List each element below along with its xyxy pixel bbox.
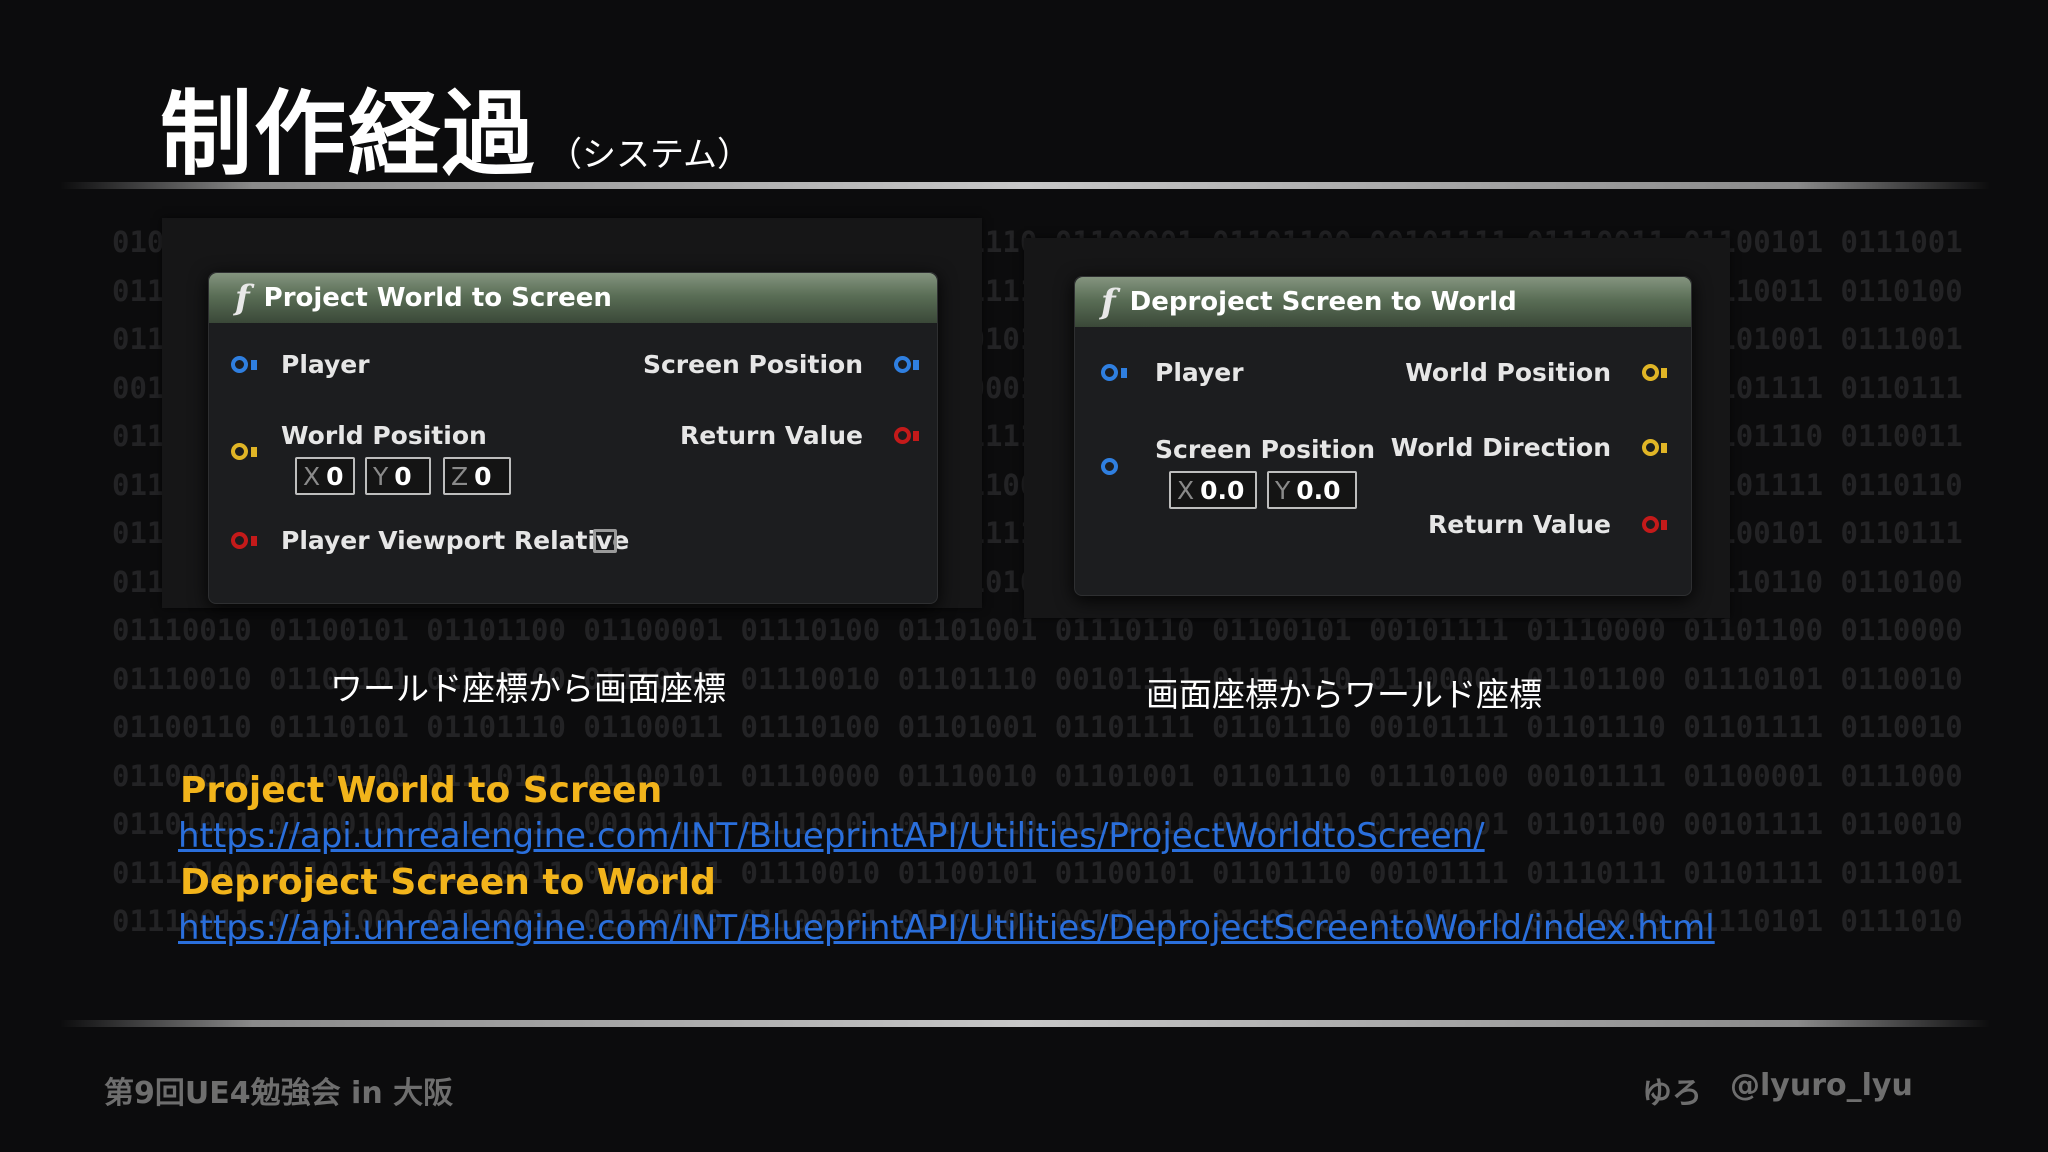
node-deproject-screen-to-world[interactable]: f Deproject Screen to World Player Scree… — [1074, 276, 1692, 596]
vector-x-value: 0 — [326, 461, 344, 491]
bottom-divider — [60, 1020, 1990, 1027]
screen-position-pin-icon[interactable] — [1101, 458, 1118, 475]
pin-arrow-icon — [251, 447, 257, 457]
screen-position-pin-label: Screen Position — [642, 350, 863, 379]
function-icon: f — [1101, 282, 1116, 322]
vector-y-input[interactable]: Y 0.0 — [1267, 471, 1357, 509]
world-position-pin-label: World Position — [281, 421, 487, 450]
slide-subtitle: （システム） — [548, 135, 751, 175]
ref-link-project[interactable]: https://api.unrealengine.com/INT/Bluepri… — [178, 816, 1485, 856]
world-direction-pin-icon[interactable] — [1642, 439, 1659, 456]
function-icon: f — [235, 278, 250, 318]
vector-x-value: 0.0 — [1200, 475, 1245, 505]
axis-y-label: Y — [1275, 475, 1291, 505]
return-value-pin-label: Return Value — [680, 421, 863, 450]
pin-arrow-icon — [251, 360, 257, 370]
ref-title-project: Project World to Screen — [180, 770, 663, 811]
vector-z-input[interactable]: Z0 — [443, 457, 511, 495]
node-project-world-to-screen[interactable]: f Project World to Screen Player World P… — [208, 272, 938, 604]
node-header[interactable]: f Project World to Screen — [209, 273, 937, 323]
world-position-pin-label: World Position — [1405, 358, 1611, 387]
vector-y-value: 0 — [394, 461, 412, 491]
player-pin-label: Player — [1155, 358, 1244, 387]
axis-y-label: Y — [373, 461, 389, 491]
world-direction-pin-label: World Direction — [1390, 433, 1611, 462]
slide-title: 制作経過 （システム） — [160, 60, 751, 193]
screen-position-pin-icon[interactable] — [894, 356, 911, 373]
world-position-pin-icon[interactable] — [1642, 364, 1659, 381]
vector-y-value: 0.0 — [1296, 475, 1341, 505]
player-pin-icon[interactable] — [231, 356, 248, 373]
viewport-relative-pin-label: Player Viewport Relative — [281, 526, 630, 555]
ref-title-deproject: Deproject Screen to World — [180, 862, 716, 903]
axis-z-label: Z — [451, 461, 469, 491]
return-value-pin-icon[interactable] — [894, 427, 911, 444]
pin-arrow-icon — [1661, 443, 1667, 453]
ref-link-deproject[interactable]: https://api.unrealengine.com/INT/Bluepri… — [178, 908, 1715, 948]
footer-event: 第9回UE4勉強会 in 大阪 — [104, 1076, 454, 1111]
caption-world-to-screen: ワールド座標から画面座標 — [330, 669, 726, 708]
vector-x-input[interactable]: X 0.0 — [1169, 471, 1257, 509]
footer-author: ゆろ — [1642, 1076, 1702, 1111]
pin-arrow-icon — [913, 360, 919, 370]
world-position-pin-icon[interactable] — [231, 443, 248, 460]
return-value-pin-label: Return Value — [1428, 510, 1611, 539]
viewport-relative-checkbox[interactable] — [593, 529, 617, 553]
binary-line: 01100110 01110101 01101110 01100011 0111… — [112, 710, 1962, 744]
caption-screen-to-world: 画面座標からワールド座標 — [1146, 675, 1542, 714]
vector-z-value: 0 — [474, 461, 492, 491]
top-divider — [60, 182, 1990, 189]
vector-y-input[interactable]: Y0 — [365, 457, 431, 495]
axis-x-label: X — [303, 461, 321, 491]
pin-arrow-icon — [251, 536, 257, 546]
footer-handle: @lyuro_lyu — [1730, 1068, 1913, 1103]
return-value-pin-icon[interactable] — [1642, 516, 1659, 533]
slide-title-main: 制作経過 — [160, 81, 537, 188]
pin-arrow-icon — [913, 431, 919, 441]
player-pin-icon[interactable] — [1101, 364, 1118, 381]
node-title: Project World to Screen — [263, 283, 612, 313]
node-title: Deproject Screen to World — [1129, 287, 1517, 317]
player-pin-label: Player — [281, 350, 370, 379]
pin-arrow-icon — [1121, 368, 1127, 378]
viewport-relative-pin-icon[interactable] — [231, 532, 248, 549]
vector-x-input[interactable]: X0 — [295, 457, 355, 495]
node-header[interactable]: f Deproject Screen to World — [1075, 277, 1691, 327]
pin-arrow-icon — [1661, 368, 1667, 378]
pin-arrow-icon — [1661, 520, 1667, 530]
screen-position-pin-label: Screen Position — [1155, 435, 1376, 464]
axis-x-label: X — [1177, 475, 1195, 505]
